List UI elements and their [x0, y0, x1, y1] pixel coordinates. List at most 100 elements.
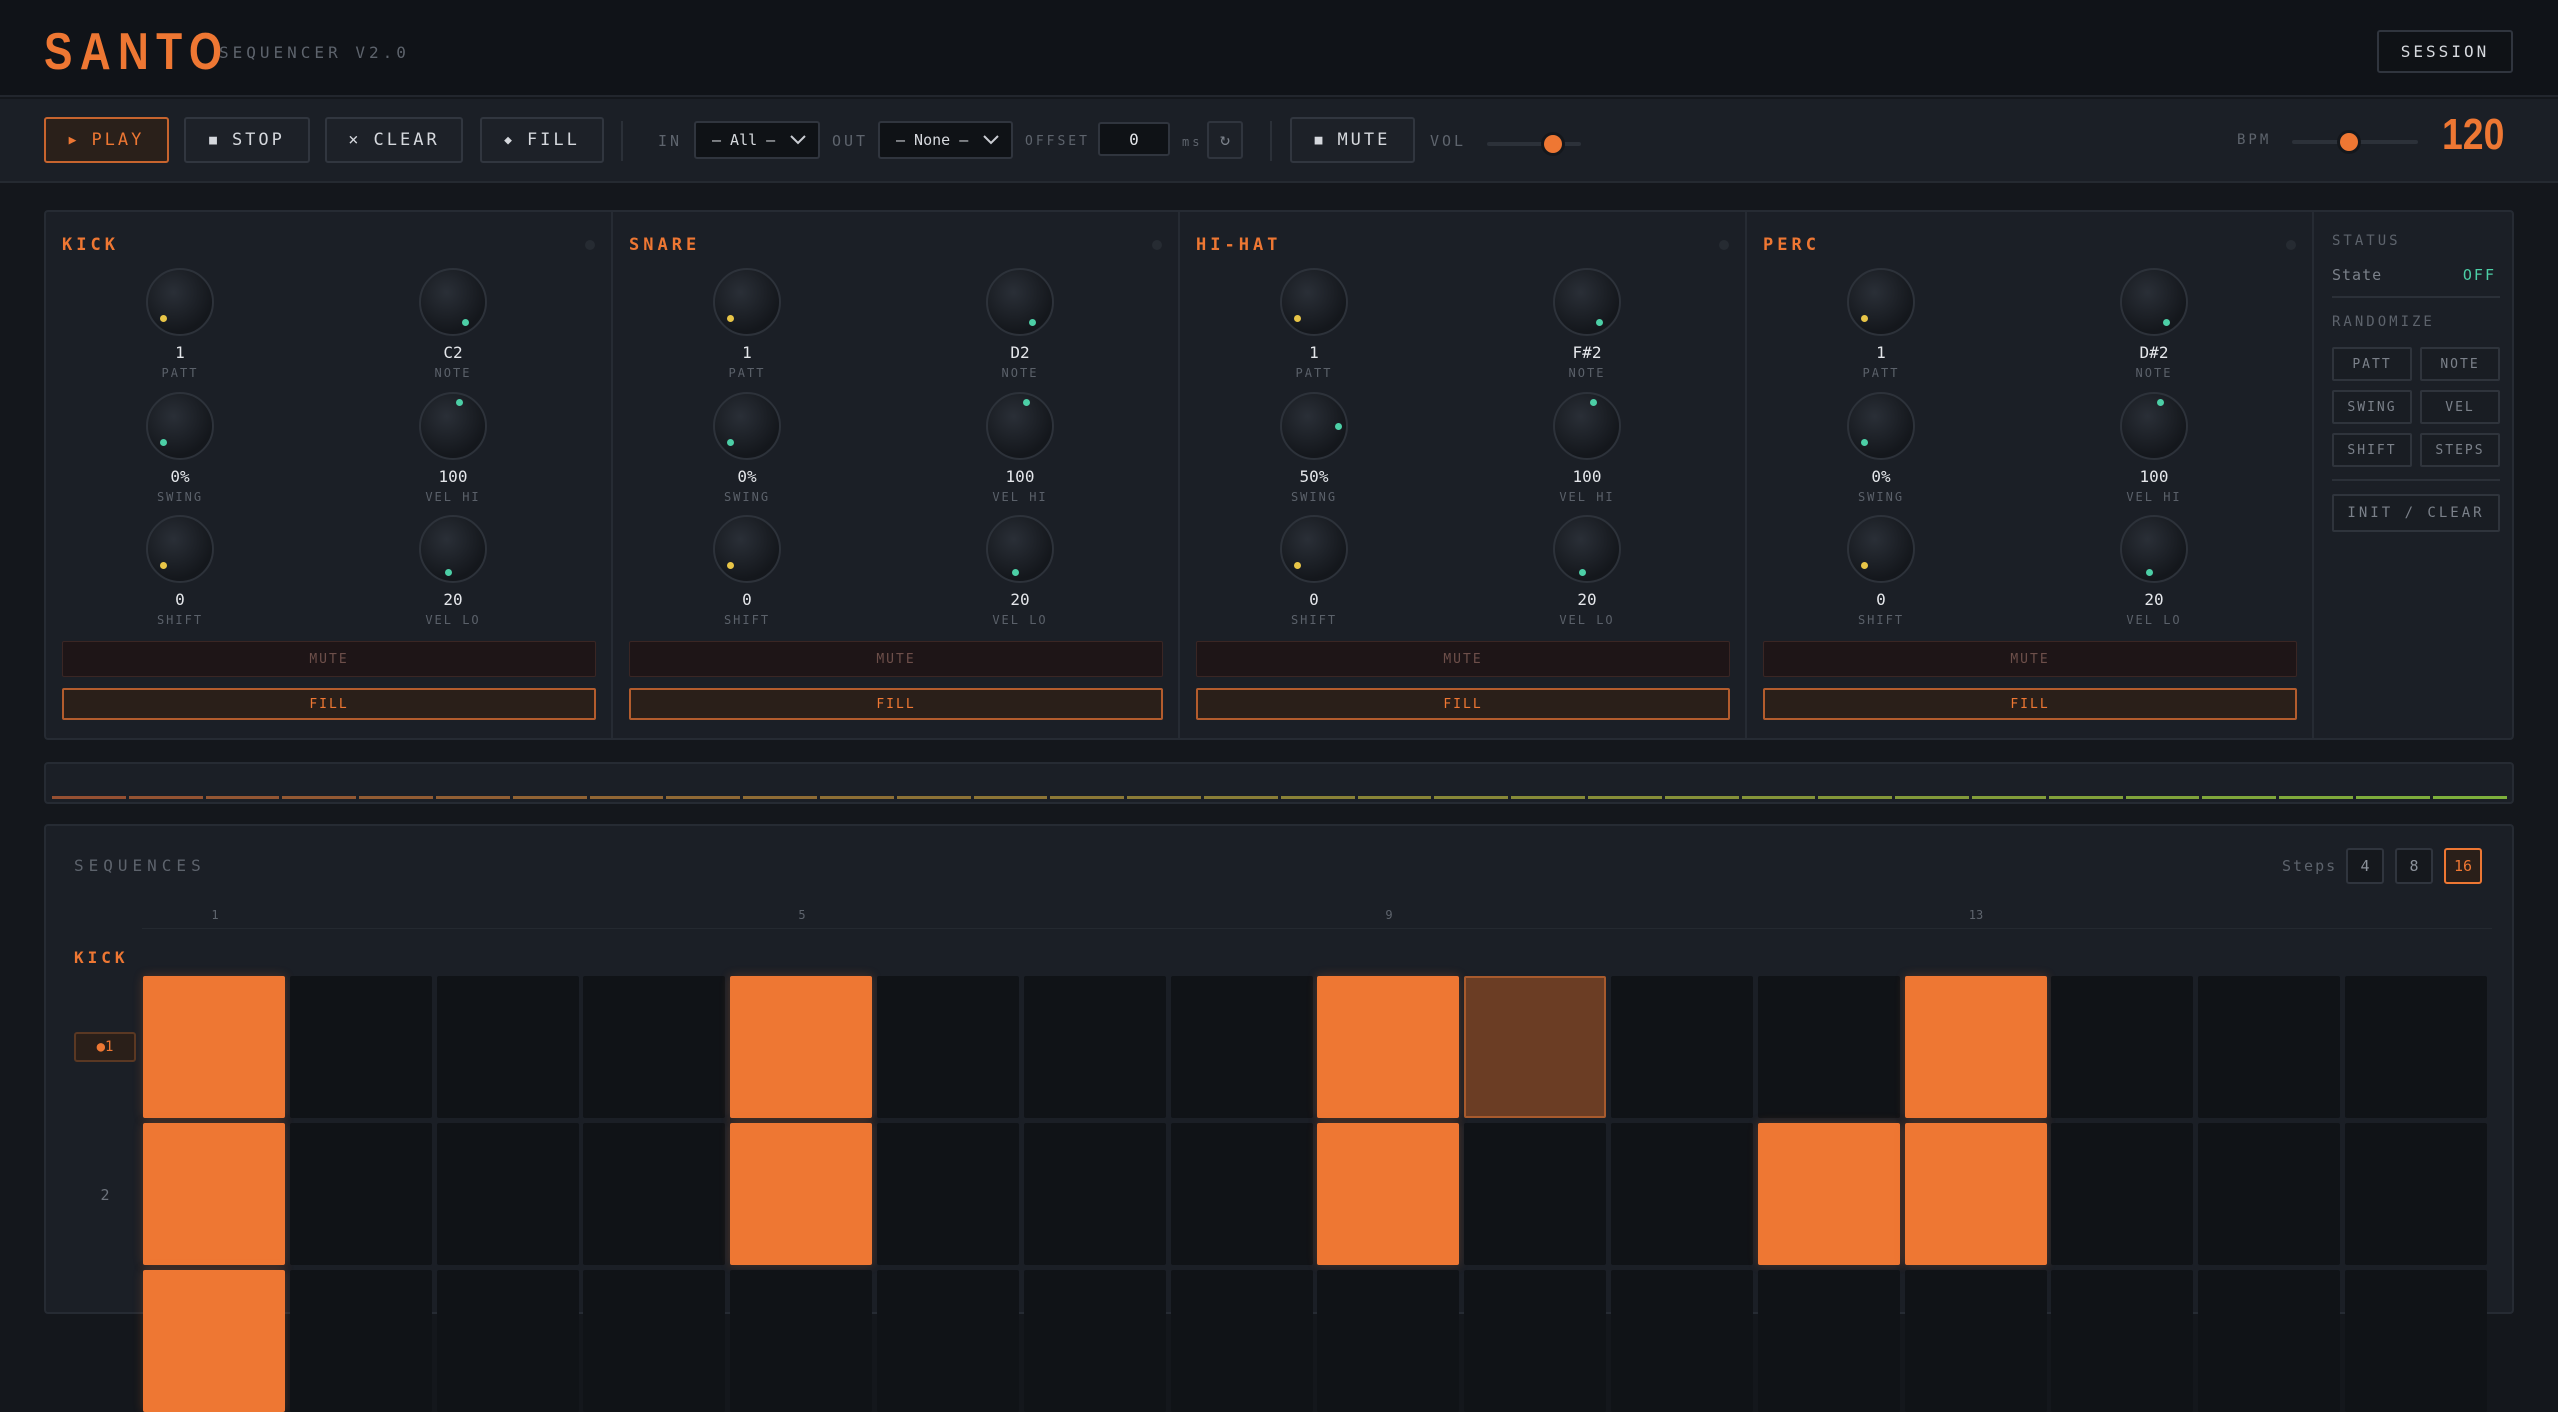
step-cell[interactable] [1611, 976, 1753, 1118]
bpm-slider-thumb[interactable] [2339, 133, 2358, 151]
track-mute-button[interactable]: MUTE [1763, 641, 2297, 677]
patt-knob[interactable] [713, 268, 781, 336]
randomize-steps-button[interactable]: STEPS [2420, 433, 2500, 467]
step-cell[interactable] [289, 976, 432, 1118]
step-cell[interactable] [1317, 1270, 1460, 1412]
shift-knob[interactable] [1280, 515, 1348, 583]
swing-knob[interactable] [1847, 392, 1915, 460]
step-cell[interactable] [1611, 1123, 1753, 1265]
pattern-1-tag[interactable]: ●1 [74, 1032, 136, 1062]
step-cell[interactable] [730, 1123, 873, 1265]
track-fill-button[interactable]: FILL [1196, 688, 1730, 720]
steps-4-button[interactable]: 4 [2346, 848, 2384, 884]
step-cell[interactable] [2345, 1270, 2487, 1412]
bpm-slider[interactable] [2292, 133, 2418, 151]
step-cell[interactable] [2345, 976, 2487, 1118]
step-cell[interactable] [1317, 976, 1460, 1118]
step-cell[interactable] [143, 1270, 285, 1412]
midi-out-select[interactable]: – None – [878, 121, 1013, 159]
step-cell[interactable] [730, 976, 873, 1118]
note-knob[interactable] [2120, 268, 2188, 336]
track-mute-button[interactable]: MUTE [1196, 641, 1730, 677]
randomize-swing-button[interactable]: SWING [2332, 390, 2412, 424]
step-cell[interactable] [143, 1123, 285, 1265]
vel-lo-knob[interactable] [2120, 515, 2188, 583]
step-cell[interactable] [436, 1123, 579, 1265]
step-cell[interactable] [1904, 1123, 2047, 1265]
step-cell[interactable] [2345, 1123, 2487, 1265]
step-cell[interactable] [289, 1270, 432, 1412]
vel-lo-knob[interactable] [419, 515, 487, 583]
step-cell[interactable] [1757, 1270, 1900, 1412]
note-knob[interactable] [1553, 268, 1621, 336]
swing-knob[interactable] [713, 392, 781, 460]
step-cell[interactable] [2198, 976, 2341, 1118]
play-button[interactable]: ▶ PLAY [44, 117, 169, 163]
swing-knob[interactable] [1280, 392, 1348, 460]
init-clear-button[interactable]: INIT / CLEAR [2332, 494, 2500, 532]
shift-knob[interactable] [146, 515, 214, 583]
vel-hi-knob[interactable] [419, 392, 487, 460]
shift-knob[interactable] [1847, 515, 1915, 583]
step-cell[interactable] [1023, 1123, 1166, 1265]
step-cell[interactable] [1023, 976, 1166, 1118]
randomize-shift-button[interactable]: SHIFT [2332, 433, 2412, 467]
step-cell[interactable] [877, 1270, 1019, 1412]
patt-knob[interactable] [146, 268, 214, 336]
randomize-patt-button[interactable]: PATT [2332, 347, 2412, 381]
patt-knob[interactable] [1280, 268, 1348, 336]
step-cell[interactable] [1904, 1270, 2047, 1412]
step-cell[interactable] [1023, 1270, 1166, 1412]
vel-hi-knob[interactable] [986, 392, 1054, 460]
step-cell[interactable] [1170, 976, 1313, 1118]
steps-8-button[interactable]: 8 [2395, 848, 2433, 884]
step-cell[interactable] [583, 1123, 726, 1265]
volume-slider[interactable] [1487, 135, 1581, 153]
track-mute-button[interactable]: MUTE [62, 641, 596, 677]
step-cell[interactable] [583, 976, 726, 1118]
step-cell[interactable] [1170, 1270, 1313, 1412]
step-cell[interactable] [2051, 1270, 2194, 1412]
step-cell[interactable] [2198, 1123, 2341, 1265]
note-knob[interactable] [419, 268, 487, 336]
refresh-button[interactable]: ↻ [1207, 121, 1243, 159]
volume-slider-thumb[interactable] [1543, 135, 1562, 153]
session-button[interactable]: SESSION [2377, 30, 2513, 73]
step-cell[interactable] [2051, 1123, 2194, 1265]
vel-hi-knob[interactable] [1553, 392, 1621, 460]
step-cell[interactable] [1170, 1123, 1313, 1265]
step-cell[interactable] [436, 1270, 579, 1412]
step-cell[interactable] [1611, 1270, 1753, 1412]
step-cell[interactable] [1464, 1123, 1607, 1265]
shift-knob[interactable] [713, 515, 781, 583]
fill-button[interactable]: ◆ FILL [480, 117, 604, 163]
track-fill-button[interactable]: FILL [629, 688, 1163, 720]
step-cell[interactable] [2051, 976, 2194, 1118]
track-mute-button[interactable]: MUTE [629, 641, 1163, 677]
step-cell[interactable] [730, 1270, 873, 1412]
vel-lo-knob[interactable] [1553, 515, 1621, 583]
track-fill-button[interactable]: FILL [62, 688, 596, 720]
vel-hi-knob[interactable] [2120, 392, 2188, 460]
vel-lo-knob[interactable] [986, 515, 1054, 583]
step-cell[interactable] [1464, 1270, 1607, 1412]
mute-button[interactable]: ■ MUTE [1290, 117, 1415, 163]
step-cell[interactable] [1464, 976, 1607, 1118]
step-cell[interactable] [1757, 976, 1900, 1118]
step-cell[interactable] [1757, 1123, 1900, 1265]
randomize-note-button[interactable]: NOTE [2420, 347, 2500, 381]
patt-knob[interactable] [1847, 268, 1915, 336]
clear-button[interactable]: × CLEAR [325, 117, 463, 163]
randomize-vel-button[interactable]: VEL [2420, 390, 2500, 424]
step-cell[interactable] [583, 1270, 726, 1412]
swing-knob[interactable] [146, 392, 214, 460]
steps-16-button[interactable]: 16 [2444, 848, 2482, 884]
note-knob[interactable] [986, 268, 1054, 336]
step-cell[interactable] [877, 976, 1019, 1118]
step-cell[interactable] [1317, 1123, 1460, 1265]
step-cell[interactable] [2198, 1270, 2341, 1412]
step-cell[interactable] [1904, 976, 2047, 1118]
step-cell[interactable] [877, 1123, 1019, 1265]
offset-input[interactable]: 0 [1098, 122, 1170, 156]
step-cell[interactable] [436, 976, 579, 1118]
